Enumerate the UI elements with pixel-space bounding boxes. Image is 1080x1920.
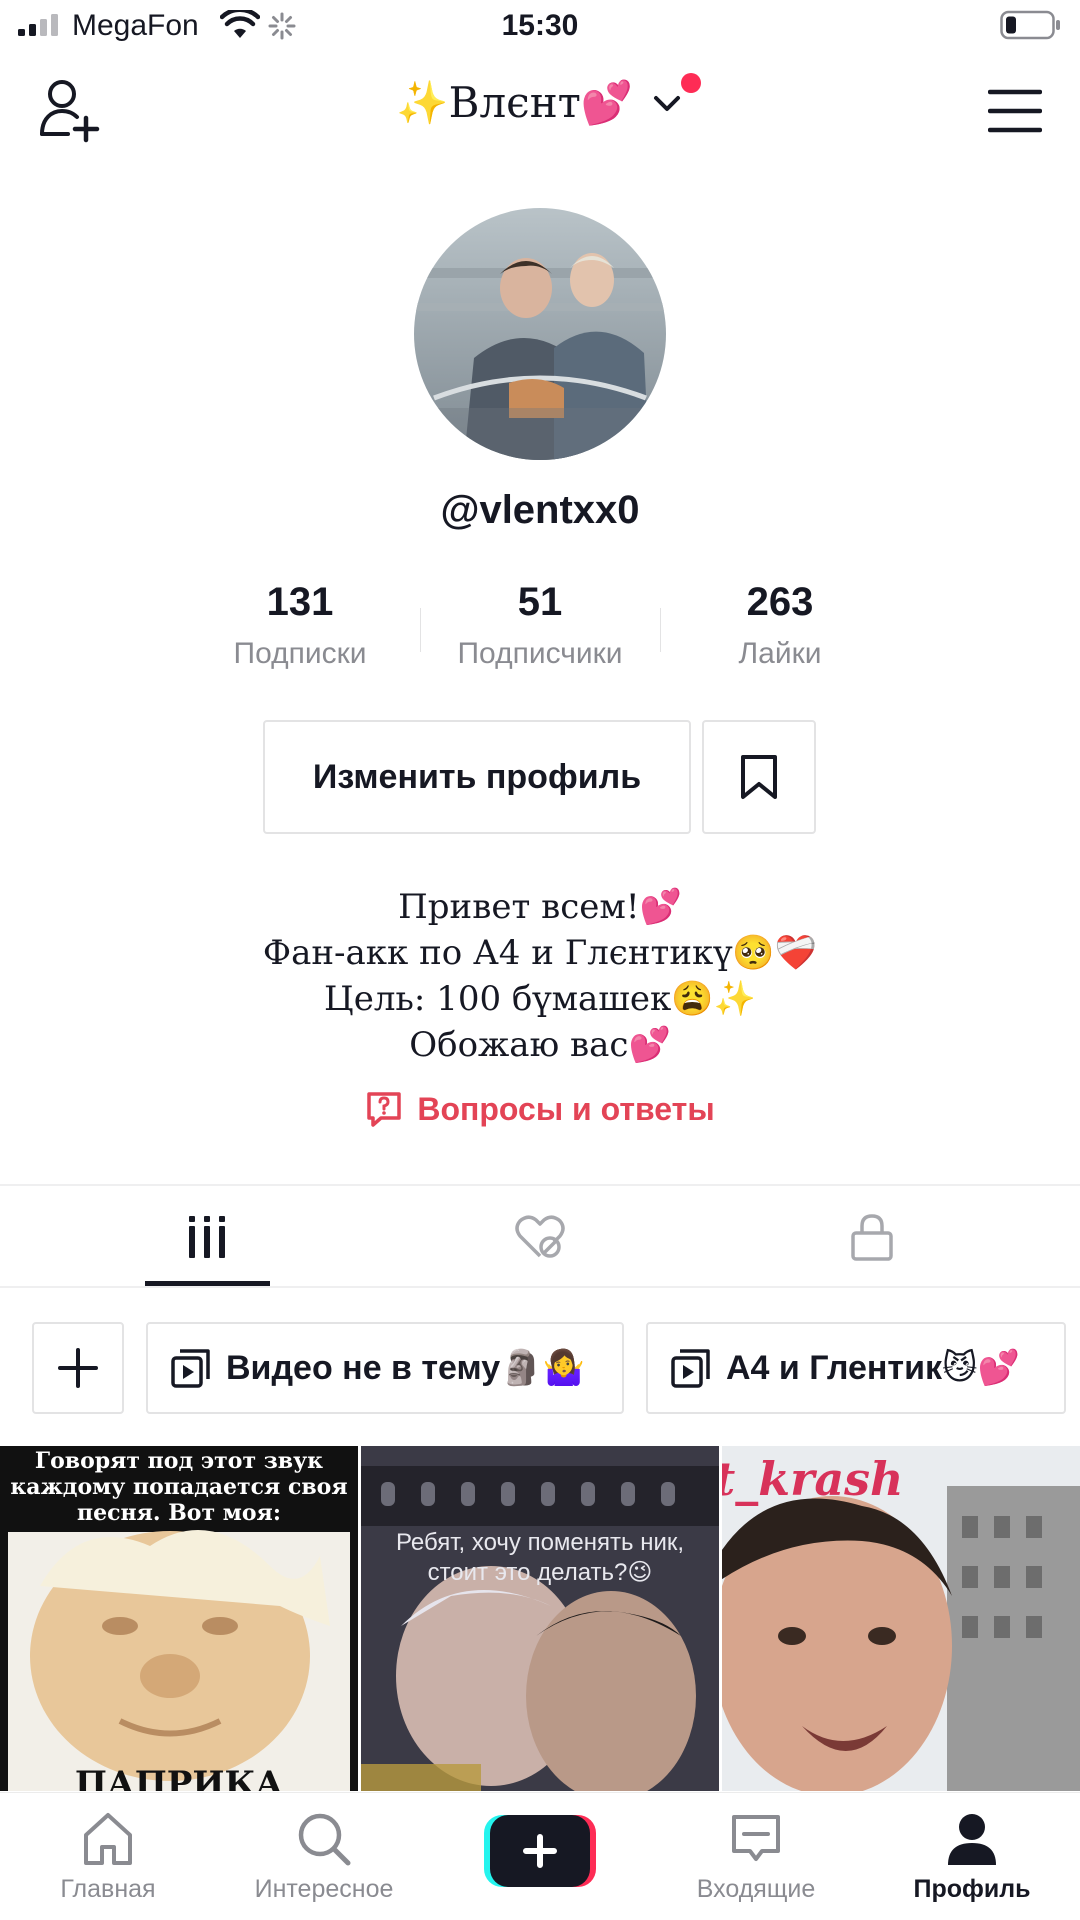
following-count: 131 bbox=[266, 580, 334, 624]
bio-line: Обожаю вас💕 bbox=[409, 1025, 671, 1065]
hamburger-menu-icon[interactable] bbox=[988, 84, 1042, 138]
nav-home-label: Главная bbox=[60, 1875, 156, 1903]
playlist-chip[interactable]: А4 и Глентик😼💕 bbox=[646, 1322, 1066, 1414]
home-icon bbox=[84, 1813, 132, 1865]
followers-count: 51 bbox=[517, 580, 563, 624]
wifi-icon bbox=[220, 10, 260, 38]
plus-icon bbox=[58, 1348, 98, 1388]
playlist-icon bbox=[671, 1349, 710, 1388]
loading-spinner-icon bbox=[268, 12, 296, 40]
video-caption: Ребят, хочу поменять ник, стоит это дела… bbox=[395, 1529, 685, 1586]
video-thumbnail[interactable]: Говорят под этот звук каждому попадается… bbox=[0, 1446, 358, 1791]
video-thumbnail[interactable]: Ребят, хочу поменять ник, стоит это дела… bbox=[361, 1446, 719, 1791]
notification-dot bbox=[681, 73, 701, 93]
following-label: Подписки bbox=[233, 637, 367, 670]
nav-profile[interactable]: Профиль bbox=[864, 1793, 1080, 1920]
avatar[interactable] bbox=[414, 208, 666, 460]
username: @vlentxx0 bbox=[440, 488, 640, 532]
playlist-icon bbox=[171, 1349, 210, 1388]
liked-hidden-icon bbox=[515, 1215, 565, 1258]
nav-discover[interactable]: Интересное bbox=[216, 1793, 432, 1920]
divider bbox=[0, 1286, 1080, 1288]
profile-header: ✨Влєнт💕 bbox=[0, 70, 1080, 150]
nav-inbox-label: Входящие bbox=[696, 1875, 816, 1903]
qa-link-label: Вопросы и ответы bbox=[417, 1090, 715, 1127]
nav-profile-label: Профиль bbox=[913, 1875, 1031, 1903]
plus-icon bbox=[484, 1815, 596, 1887]
nav-discover-label: Интересное bbox=[254, 1875, 394, 1903]
inbox-icon bbox=[732, 1815, 780, 1861]
bio-line: Фан-акк по А4 и Глєнтикү🥺❤️‍🩹 bbox=[262, 933, 818, 973]
edit-profile-button[interactable]: Изменить профиль bbox=[263, 720, 691, 834]
favorites-button[interactable] bbox=[702, 720, 816, 834]
playlist-label: Видео не в тему🗿🤷‍♀️ bbox=[226, 1349, 585, 1387]
battery-icon bbox=[1000, 10, 1060, 40]
grid-icon bbox=[189, 1216, 225, 1258]
bio: Привет всем!💕 Фан-акк по А4 и Глєнтикү🥺❤… bbox=[0, 884, 1080, 1068]
signal-icon bbox=[18, 14, 58, 36]
divider bbox=[0, 1184, 1080, 1186]
add-playlist-button[interactable] bbox=[32, 1322, 124, 1414]
followers-label: Подписчики bbox=[457, 637, 623, 670]
stat-divider bbox=[420, 608, 421, 652]
nav-inbox[interactable]: Входящие bbox=[648, 1793, 864, 1920]
video-caption: t_krash bbox=[722, 1452, 904, 1506]
search-icon bbox=[298, 1813, 351, 1866]
question-bubble-icon bbox=[367, 1092, 402, 1127]
chevron-down-icon[interactable] bbox=[650, 86, 684, 120]
profile-stats: 131 Подписки 51 Подписчики 263 Лайки bbox=[0, 580, 1080, 680]
likes-count: 263 bbox=[746, 580, 814, 624]
bookmark-icon bbox=[741, 755, 777, 799]
video-caption: Говорят под этот звук каждому попадается… bbox=[10, 1448, 348, 1526]
nav-home[interactable]: Главная bbox=[0, 1793, 216, 1920]
video-preview-image bbox=[361, 1446, 719, 1791]
nav-create[interactable] bbox=[432, 1793, 648, 1920]
account-switcher-title[interactable]: ✨Влєнт💕 bbox=[396, 78, 633, 128]
add-user-icon[interactable] bbox=[38, 78, 104, 144]
lock-icon bbox=[851, 1214, 893, 1261]
video-overlay-text: ПАПРИКА bbox=[74, 1764, 284, 1791]
tab-liked[interactable] bbox=[360, 1188, 720, 1286]
avatar-photo bbox=[414, 208, 666, 460]
playlist-label: А4 и Глентик😼💕 bbox=[726, 1349, 1020, 1387]
bio-line: Цель: 100 бүмашек😩✨ bbox=[324, 979, 756, 1019]
stat-divider bbox=[660, 608, 661, 652]
bottom-navigation: Главная Интересное Входящие Профиль bbox=[0, 1792, 1080, 1920]
video-thumbnail[interactable]: t_krash bbox=[722, 1446, 1080, 1791]
carrier-name: MegaFon bbox=[72, 9, 199, 42]
bio-line: Привет всем!💕 bbox=[398, 887, 682, 927]
qa-link[interactable]: Вопросы и ответы bbox=[0, 1090, 1080, 1136]
tab-videos[interactable] bbox=[27, 1188, 387, 1286]
likes-stat[interactable]: 263 Лайки bbox=[680, 580, 880, 671]
profile-icon bbox=[948, 1814, 996, 1865]
followers-stat[interactable]: 51 Подписчики bbox=[440, 580, 640, 671]
likes-label: Лайки bbox=[738, 637, 822, 670]
following-stat[interactable]: 131 Подписки bbox=[200, 580, 400, 671]
tab-private[interactable] bbox=[692, 1188, 1052, 1286]
status-bar: MegaFon 15:30 bbox=[0, 0, 1080, 54]
playlist-chip[interactable]: Видео не в тему🗿🤷‍♀️ bbox=[146, 1322, 624, 1414]
